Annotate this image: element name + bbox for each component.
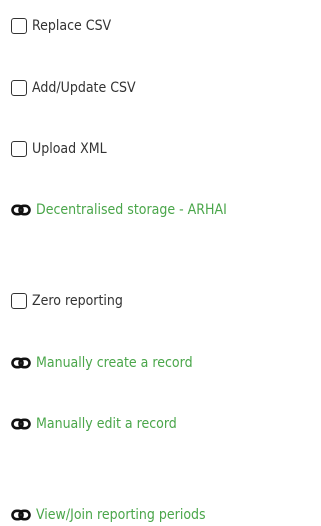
manually-edit-record-link[interactable]: Manually edit a record <box>11 415 177 433</box>
decentralised-storage-label: Decentralised storage - ARHAI <box>36 202 227 218</box>
add-update-csv-label: Add/Update CSV <box>32 80 136 96</box>
replace-csv-option[interactable]: Replace CSV <box>11 17 111 35</box>
zero-reporting-checkbox[interactable] <box>11 293 27 309</box>
upload-xml-label: Upload XML <box>32 141 107 157</box>
upload-xml-option[interactable]: Upload XML <box>11 140 107 158</box>
replace-csv-label: Replace CSV <box>32 18 112 34</box>
decentralised-storage-link[interactable]: Decentralised storage - ARHAI <box>11 201 227 219</box>
link-icon <box>11 418 31 430</box>
link-icon <box>11 357 31 369</box>
manually-create-record-link[interactable]: Manually create a record <box>11 354 193 372</box>
zero-reporting-label: Zero reporting <box>32 293 123 309</box>
add-update-csv-option[interactable]: Add/Update CSV <box>11 79 136 97</box>
zero-reporting-option[interactable]: Zero reporting <box>11 292 123 310</box>
link-icon <box>11 204 31 216</box>
add-update-csv-checkbox[interactable] <box>11 80 27 96</box>
link-icon <box>11 509 31 521</box>
view-join-reporting-periods-label: View/Join reporting periods <box>36 507 206 523</box>
upload-xml-checkbox[interactable] <box>11 141 27 157</box>
replace-csv-checkbox[interactable] <box>11 18 27 34</box>
manually-create-record-label: Manually create a record <box>36 355 193 371</box>
manually-edit-record-label: Manually edit a record <box>36 416 177 432</box>
view-join-reporting-periods-link[interactable]: View/Join reporting periods <box>11 506 206 524</box>
